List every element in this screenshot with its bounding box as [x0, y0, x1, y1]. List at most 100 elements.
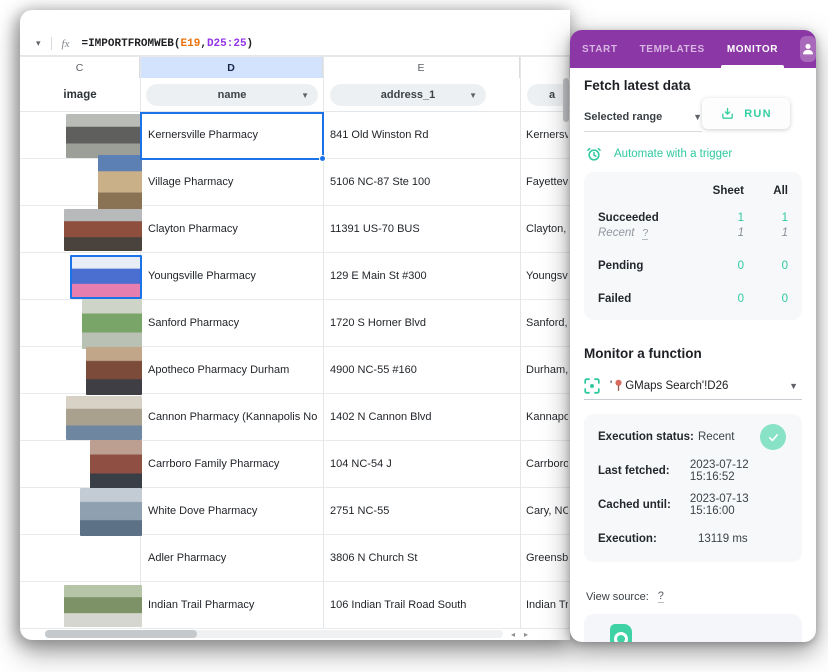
- cell-city[interactable]: Clayton,: [526, 206, 568, 253]
- stat-label: Pending: [598, 260, 688, 272]
- source-card: [584, 614, 802, 642]
- cell-city[interactable]: Sanford,: [526, 300, 568, 347]
- spreadsheet-window: ▾ fx =IMPORTFROMWEB(E19,D25:25) CDE imag…: [20, 10, 570, 640]
- help-icon[interactable]: ?: [642, 227, 648, 240]
- cell-name[interactable]: Apotheco Pharmacy Durham: [148, 347, 318, 394]
- cell-city[interactable]: Durham,: [526, 347, 568, 394]
- table-row: Village Pharmacy 5106 NC-87 Ste 100Fayett…: [20, 159, 570, 206]
- scroll-right-icon[interactable]: ▸: [524, 630, 528, 639]
- row-thumbnail[interactable]: [82, 299, 142, 349]
- tab-templates[interactable]: TEMPLATES: [640, 30, 705, 68]
- trigger-link[interactable]: Automate with a trigger: [586, 146, 732, 162]
- divider: [51, 37, 52, 50]
- row-thumbnail[interactable]: [86, 347, 142, 395]
- stat-all-value: 1: [744, 227, 788, 239]
- row-thumbnail[interactable]: [64, 209, 142, 251]
- cell-address[interactable]: 1402 N Cannon Blvd: [330, 394, 516, 441]
- cell-city[interactable]: Cary, NC: [526, 488, 568, 535]
- table-row: Apotheco Pharmacy Durham 4900 NC-55 #160D…: [20, 347, 570, 394]
- status-check-badge: [760, 424, 786, 450]
- sheet-grid: Kernersville Pharmacy841 Old Winston RdK…: [20, 112, 570, 629]
- cell-name[interactable]: Sanford Pharmacy: [148, 300, 318, 347]
- help-icon[interactable]: ?: [658, 590, 664, 603]
- cell-name[interactable]: Adler Pharmacy: [148, 535, 318, 582]
- stat-row-recent: Recent?11: [598, 227, 788, 239]
- row-thumbnail[interactable]: [80, 488, 142, 536]
- alarm-clock-icon: [586, 146, 602, 162]
- table-row: Youngsville Pharmacy 129 E Main St #300Yo…: [20, 253, 570, 300]
- stats-header-row: SheetAll: [598, 185, 788, 197]
- cell-address[interactable]: 5106 NC-87 Ste 100: [330, 159, 516, 206]
- cell-address[interactable]: 104 NC-54 J: [330, 441, 516, 488]
- gridline: [520, 56, 521, 629]
- stats-col-all: All: [744, 185, 788, 197]
- source-tag-icon: [610, 624, 632, 642]
- row-thumbnail[interactable]: [90, 440, 142, 490]
- fetch-section-title: Fetch latest data: [584, 78, 691, 93]
- cell-city[interactable]: Fayettev: [526, 159, 568, 206]
- detail-row: Execution:13119 ms: [598, 522, 788, 556]
- scroll-left-icon[interactable]: ◂: [511, 630, 515, 639]
- row-thumbnail[interactable]: [98, 155, 142, 211]
- cell-name[interactable]: Clayton Pharmacy: [148, 206, 318, 253]
- cell-address[interactable]: 129 E Main St #300: [330, 253, 516, 300]
- cell-address[interactable]: 4900 NC-55 #160: [330, 347, 516, 394]
- v-scrollbar-thumb[interactable]: [563, 78, 569, 122]
- range-select[interactable]: Selected range ▼: [584, 102, 702, 132]
- formula-bar[interactable]: ▾ fx =IMPORTFROMWEB(E19,D25:25): [20, 32, 570, 56]
- detail-value: 13119 ms: [698, 533, 748, 545]
- view-source: View source: ?: [586, 590, 664, 603]
- cell-name[interactable]: Cannon Pharmacy (Kannapolis North): [148, 394, 318, 441]
- stats-col-sheet: Sheet: [688, 185, 744, 197]
- formula-text[interactable]: =IMPORTFROMWEB(E19,D25:25): [81, 38, 253, 50]
- name-box-caret-icon[interactable]: ▾: [36, 38, 41, 49]
- stat-row-pending: Pending00: [598, 260, 788, 272]
- stat-label: Succeeded: [598, 212, 688, 224]
- tab-monitor[interactable]: MONITOR: [727, 30, 778, 68]
- detail-value: 2023-07-13 15:16:00: [690, 493, 788, 517]
- panel-tab-bar: START TEMPLATES MONITOR: [570, 30, 816, 68]
- cell-address[interactable]: 11391 US-70 BUS: [330, 206, 516, 253]
- cell-address[interactable]: 1720 S Horner Blvd: [330, 300, 516, 347]
- detail-label: Cached until:: [598, 499, 690, 511]
- column-header-c[interactable]: C: [20, 56, 140, 78]
- cell-name[interactable]: Village Pharmacy: [148, 159, 318, 206]
- column-header-next[interactable]: [520, 56, 570, 78]
- cell-city[interactable]: Indian Tr: [526, 582, 568, 629]
- table-row: Cannon Pharmacy (Kannapolis North) 1402 N…: [20, 394, 570, 441]
- table-row: Indian Trail Pharmacy 106 Indian Trail Ro…: [20, 582, 570, 629]
- address-filter-chip[interactable]: address_1 ▼: [330, 84, 486, 106]
- cell-name[interactable]: Indian Trail Pharmacy: [148, 582, 318, 629]
- column-header-d[interactable]: D: [140, 56, 323, 78]
- monitor-section-title: Monitor a function: [584, 346, 702, 361]
- cell-city[interactable]: Kernersv: [526, 112, 568, 159]
- column-headers: CDE: [20, 56, 570, 78]
- detail-label: Execution:: [598, 533, 698, 545]
- cell-city[interactable]: Greensb: [526, 535, 568, 582]
- cell-name[interactable]: Youngsville Pharmacy: [148, 253, 318, 300]
- row-thumbnail[interactable]: [66, 396, 142, 440]
- cell-address[interactable]: 2751 NC-55: [330, 488, 516, 535]
- cell-address[interactable]: 841 Old Winston Rd: [330, 112, 516, 159]
- cell-address[interactable]: 3806 N Church St: [330, 535, 516, 582]
- function-select[interactable]: ' GMaps Search'!D26 ▼: [584, 372, 802, 400]
- cell-city[interactable]: Kannapo: [526, 394, 568, 441]
- tab-start[interactable]: START: [582, 30, 618, 68]
- run-button[interactable]: RUN: [702, 98, 790, 129]
- cell-city[interactable]: Carrboro: [526, 441, 568, 488]
- selected-cell-outline[interactable]: [140, 112, 324, 160]
- fill-handle[interactable]: [319, 155, 326, 162]
- column-header-e[interactable]: E: [323, 56, 520, 78]
- table-row: White Dove Pharmacy 2751 NC-55Cary, NC: [20, 488, 570, 535]
- row-thumbnail[interactable]: [64, 585, 142, 627]
- cell-city[interactable]: Youngsvi: [526, 253, 568, 300]
- h-scrollbar-thumb[interactable]: [45, 630, 197, 638]
- name-filter-chip[interactable]: name ▼: [146, 84, 318, 106]
- cell-name[interactable]: White Dove Pharmacy: [148, 488, 318, 535]
- cell-address[interactable]: 106 Indian Trail Road South: [330, 582, 516, 629]
- avatar-button[interactable]: [800, 36, 816, 62]
- row-thumbnail[interactable]: [70, 255, 142, 299]
- cell-name[interactable]: Carrboro Family Pharmacy: [148, 441, 318, 488]
- row-thumbnail[interactable]: [66, 114, 142, 158]
- chevron-down-icon: ▼: [789, 381, 798, 391]
